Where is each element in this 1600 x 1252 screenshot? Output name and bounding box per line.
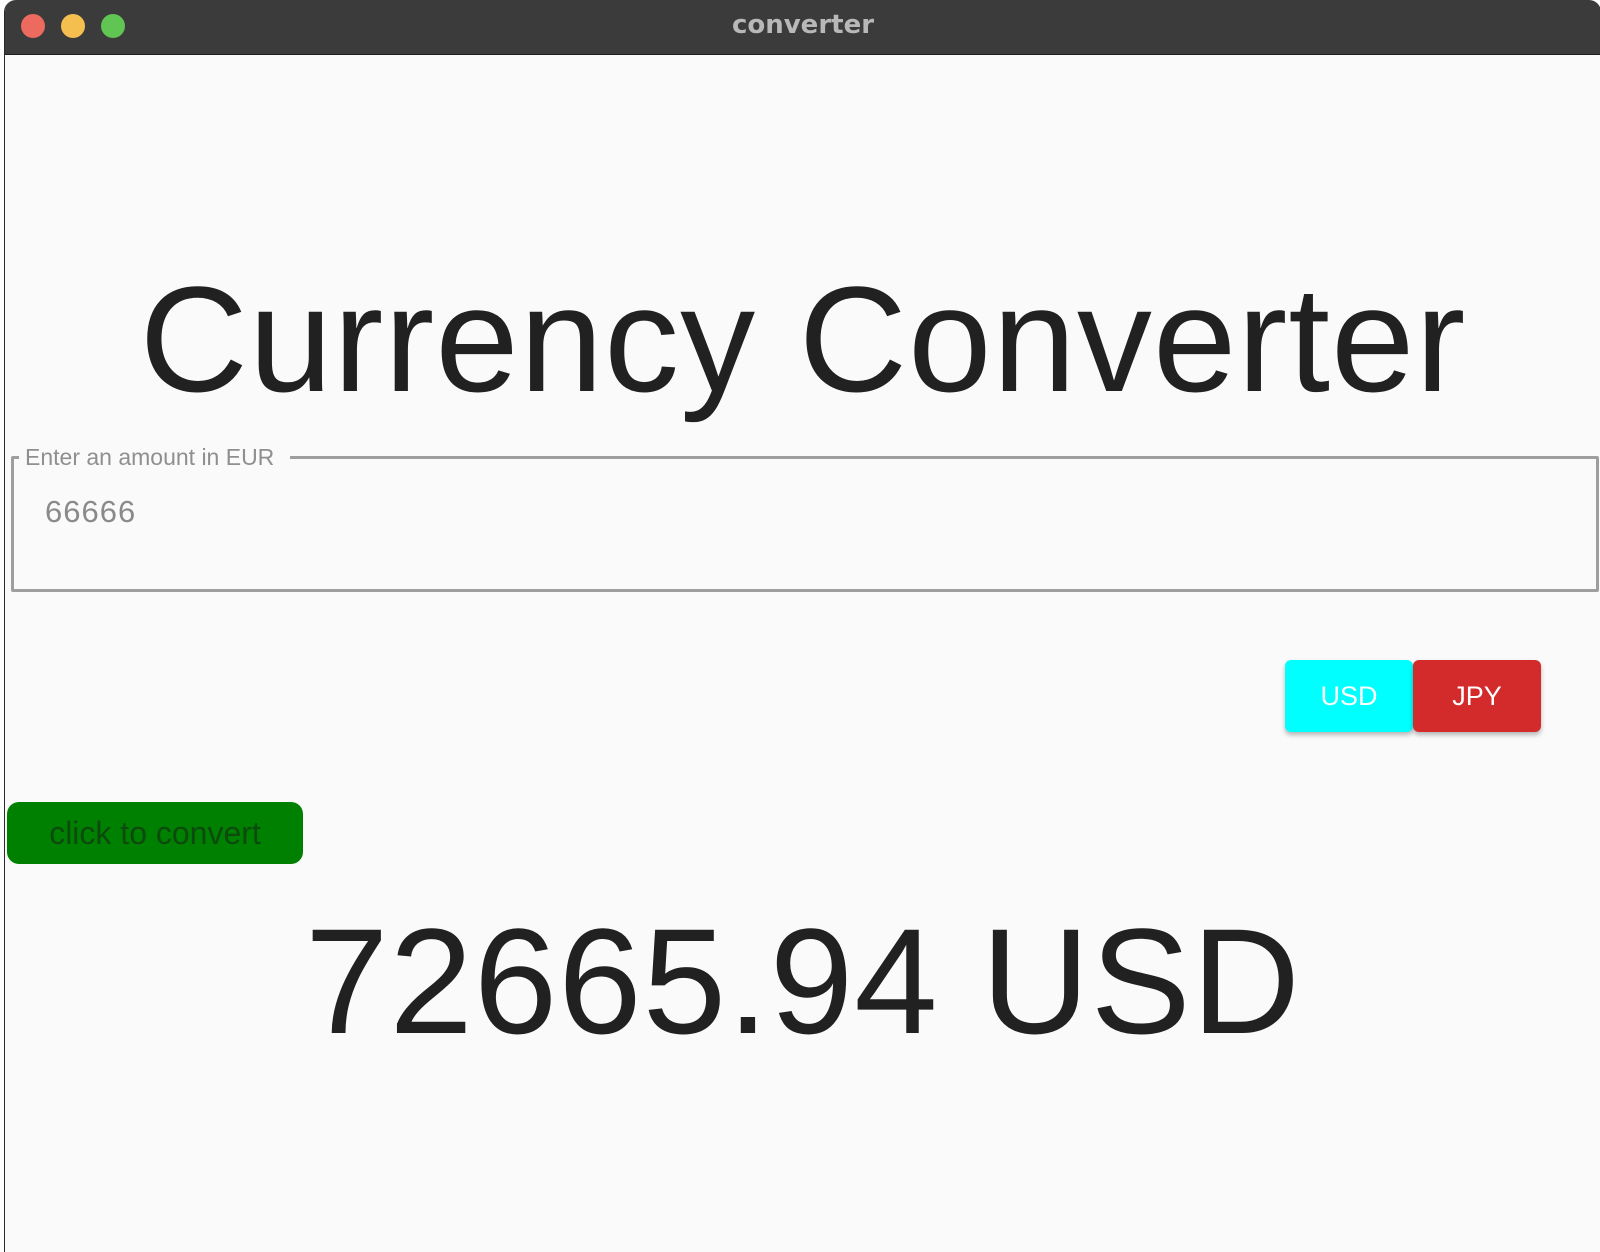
conversion-result: 72665.94 USD — [304, 897, 1301, 1065]
jpy-button[interactable]: JPY — [1413, 660, 1541, 732]
amount-input-value[interactable]: 66666 — [45, 492, 136, 532]
usd-button[interactable]: USD — [1285, 660, 1413, 732]
amount-input-label: Enter an amount in EUR — [19, 444, 291, 470]
convert-button[interactable]: click to convert — [7, 802, 303, 864]
amount-input[interactable] — [11, 456, 1599, 592]
app-window: converter Currency Converter Enter an am… — [4, 0, 1600, 1252]
window-title: converter — [731, 10, 875, 40]
page-title: Currency Converter — [139, 255, 1467, 423]
title-bar: converter — [5, 0, 1600, 55]
